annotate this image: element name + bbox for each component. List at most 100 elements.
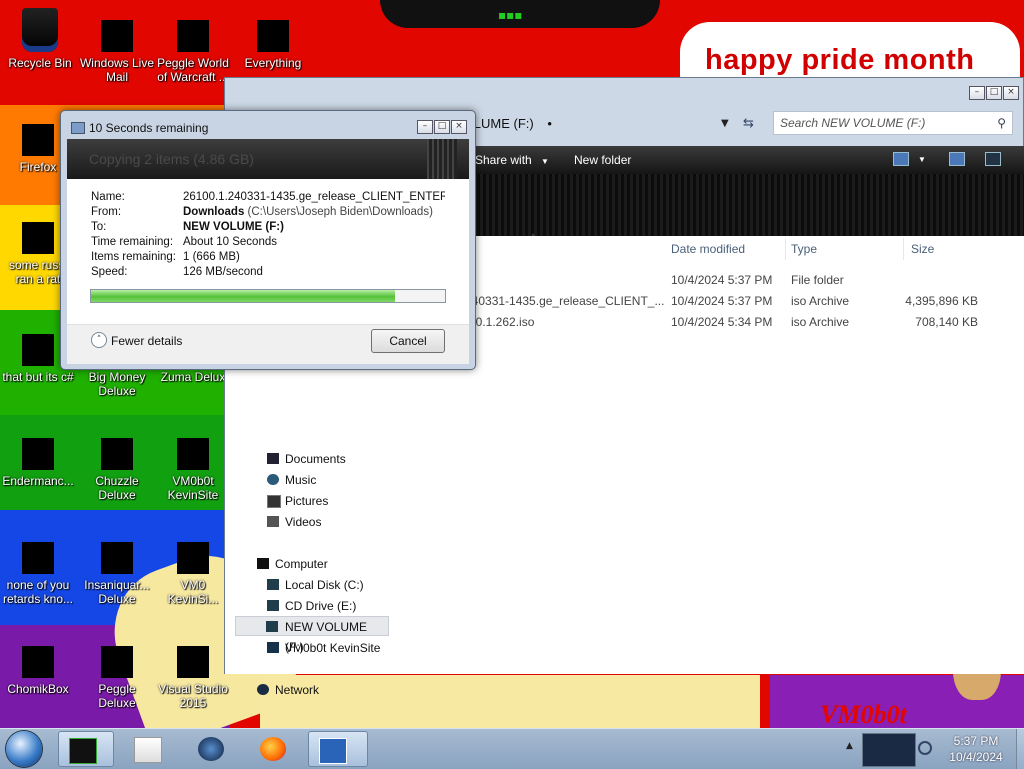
- search-icon[interactable]: ⚲: [997, 112, 1006, 134]
- from-path: (C:\Users\Joseph Biden\Downloads): [247, 206, 433, 218]
- explorer-icon: [319, 738, 347, 764]
- nav-new-volume[interactable]: NEW VOLUME (F:): [235, 616, 389, 654]
- tray-expand-icon[interactable]: ▲: [846, 741, 853, 751]
- peggle-icon: [177, 20, 209, 52]
- close-button[interactable]: ×: [1003, 86, 1019, 100]
- file-size: 4,395,896 KB: [905, 294, 978, 308]
- nav-network[interactable]: Network: [257, 680, 320, 700]
- taskbar-app-firefox[interactable]: [250, 731, 298, 767]
- nav-local-disk[interactable]: Local Disk (C:): [267, 575, 364, 595]
- column-type[interactable]: Type: [791, 242, 817, 256]
- from-label: From:: [91, 206, 122, 218]
- desktop-icon-vm0b0t-kevinsite[interactable]: VM0b0t KevinSite: [155, 438, 231, 502]
- time-remaining-label: Time remaining:: [91, 236, 174, 248]
- maximize-button[interactable]: □: [434, 120, 450, 134]
- chevron-up-icon[interactable]: ˄: [91, 332, 107, 348]
- file-size: 708,140 KB: [915, 315, 978, 329]
- view-dropdown-icon[interactable]: ▼: [918, 146, 926, 174]
- volume-icon[interactable]: [918, 741, 932, 755]
- nav-music[interactable]: Music: [267, 470, 317, 490]
- dialog-title: 10 Seconds remaining: [89, 121, 209, 135]
- nav-computer[interactable]: Computer: [257, 554, 328, 574]
- address-dropdown-icon[interactable]: ▼: [721, 113, 729, 135]
- tray-app-icon[interactable]: [862, 733, 916, 767]
- nav-vm0b0t-kevinsite[interactable]: VM0b0t KevinSite: [267, 638, 380, 658]
- wallpaper-drawing-bottom: [260, 675, 760, 728]
- nav-label: Music: [285, 473, 317, 487]
- minimize-button[interactable]: –: [969, 86, 985, 100]
- drive-icon: [266, 621, 278, 632]
- nav-documents[interactable]: Documents: [267, 449, 346, 469]
- file-date: 10/4/2024 5:34 PM: [671, 315, 773, 329]
- cancel-button[interactable]: Cancel: [371, 329, 445, 353]
- share-with-button[interactable]: Share with ▼: [475, 146, 549, 174]
- globe-icon: [198, 737, 224, 761]
- start-button[interactable]: [6, 731, 42, 767]
- desktop-icon-insaniquarium[interactable]: Insaniquar... Deluxe: [79, 542, 155, 606]
- file-icon: [22, 222, 54, 254]
- address-field[interactable]: VOLUME (F:) •: [455, 113, 761, 135]
- fewer-details-button[interactable]: Fewer details: [111, 334, 182, 348]
- file-row[interactable]: 10/4/2024 5:37 PM File folder: [465, 270, 1024, 290]
- taskbar-app-globe[interactable]: [188, 731, 236, 767]
- nav-label: Videos: [285, 515, 322, 529]
- nav-label: Network: [275, 683, 320, 697]
- clock[interactable]: 5:37 PM 10/4/2024: [936, 733, 1016, 765]
- maximize-button[interactable]: □: [986, 86, 1002, 100]
- desktop-icon-chomikbox[interactable]: ChomikBox: [0, 646, 76, 696]
- items-remaining-value: 1 (666 MB): [183, 251, 240, 263]
- desktop-icon-recycle-bin[interactable]: Recycle Bin: [2, 8, 78, 70]
- help-icon[interactable]: [985, 152, 1001, 166]
- media-player-icon: [134, 737, 162, 763]
- mail-icon: [101, 20, 133, 52]
- desktop-icon-label: VM0b0t KevinSite: [167, 474, 219, 502]
- desktop-icon-visual-studio[interactable]: Visual Studio 2015: [155, 646, 231, 710]
- column-date-modified[interactable]: Date modified: [671, 242, 745, 256]
- desktop-icon-peggle-wow[interactable]: Peggle World of Warcraft ...: [155, 20, 231, 84]
- pride-banner-text: happy pride month: [705, 44, 975, 76]
- music-icon: [267, 474, 279, 485]
- insaniquarium-icon: [101, 542, 133, 574]
- desktop-icon-label: Recycle Bin: [8, 56, 72, 70]
- taskbar-app-vm[interactable]: [58, 731, 114, 767]
- clock-time: 5:37 PM: [953, 734, 999, 748]
- file-date: 10/4/2024 5:37 PM: [671, 294, 773, 308]
- desktop-icon-label: Everything: [244, 56, 302, 70]
- file-type: iso Archive: [791, 315, 850, 329]
- desktop-icon-label: Zuma Delux: [160, 370, 226, 384]
- chomikbox-icon: [22, 646, 54, 678]
- desktop-icon-label: ChomikBox: [7, 682, 69, 696]
- nav-pictures[interactable]: Pictures: [267, 491, 328, 511]
- network-drive-icon: [267, 642, 279, 653]
- refresh-icon[interactable]: ⇆: [743, 113, 754, 135]
- taskbar: ▲ 5:37 PM 10/4/2024: [0, 728, 1024, 769]
- desktop-icon-endermanch[interactable]: Endermanc...: [0, 438, 76, 488]
- search-input[interactable]: Search NEW VOLUME (F:) ⚲: [773, 111, 1013, 135]
- copy-icon: [71, 122, 85, 134]
- file-row[interactable]: n-0.1.262.iso 10/4/2024 5:34 PM iso Arch…: [465, 312, 1024, 332]
- column-size[interactable]: Size: [911, 242, 934, 256]
- firefox-icon: [260, 737, 286, 761]
- desktop-icon-everything[interactable]: Everything: [235, 20, 311, 70]
- to-label: To:: [91, 221, 107, 233]
- show-desktop-button[interactable]: [1016, 729, 1024, 769]
- nav-cd-drive[interactable]: CD Drive (E:): [267, 596, 356, 616]
- copy-progress-dialog: 10 Seconds remaining – □ × Copying 2 ite…: [60, 110, 476, 370]
- items-remaining-label: Items remaining:: [91, 251, 177, 263]
- desktop-icon-vm0-kevinsite[interactable]: VM0 KevinSi...: [155, 542, 231, 606]
- file-row[interactable]: 240331-1435.ge_release_CLIENT_... 10/4/2…: [465, 291, 1024, 311]
- desktop-icon-windows-live-mail[interactable]: Windows Live Mail: [79, 20, 155, 84]
- nav-videos[interactable]: Videos: [267, 512, 322, 532]
- minimize-button[interactable]: –: [417, 120, 433, 134]
- close-button[interactable]: ×: [451, 120, 467, 134]
- desktop-icon-none-of-you[interactable]: none of you retards kno...: [0, 542, 76, 606]
- new-folder-button[interactable]: New folder: [574, 146, 631, 174]
- speed-value: 126 MB/second: [183, 266, 263, 278]
- taskbar-app-media-player[interactable]: [124, 731, 172, 767]
- desktop-icon-peggle-deluxe[interactable]: Peggle Deluxe: [79, 646, 155, 710]
- desktop-icon-chuzzle[interactable]: Chuzzle Deluxe: [79, 438, 155, 502]
- documents-icon: [267, 453, 279, 464]
- preview-pane-icon[interactable]: [949, 152, 965, 166]
- view-icon[interactable]: [893, 152, 909, 166]
- taskbar-app-explorer[interactable]: [308, 731, 368, 767]
